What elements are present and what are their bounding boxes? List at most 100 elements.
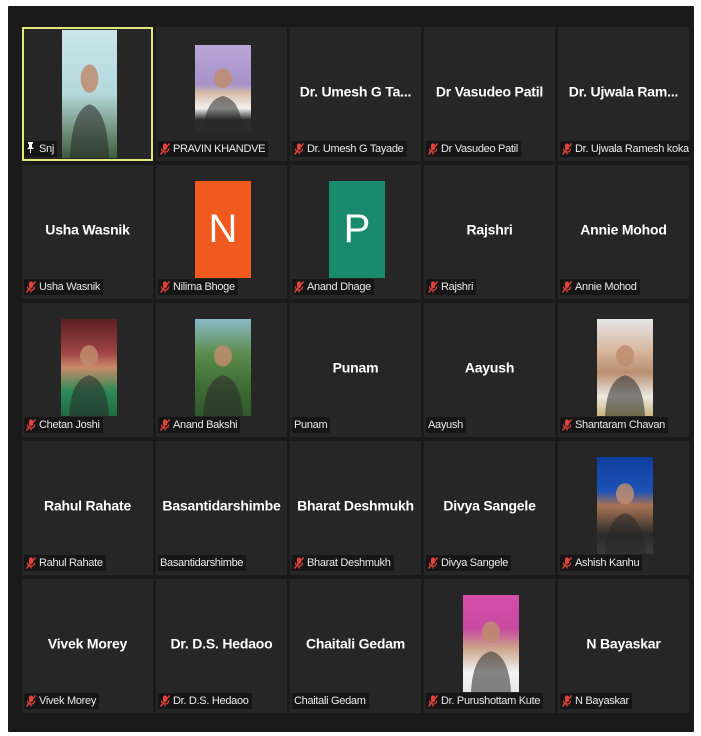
muted-mic-icon <box>428 695 438 707</box>
participant-tile-nilima-bhoge[interactable]: N Nilima Bhoge <box>156 165 287 299</box>
participant-tile-aayush[interactable]: Aayush Aayush <box>424 303 555 437</box>
pin-icon <box>26 142 35 156</box>
muted-mic-icon <box>562 419 572 431</box>
participant-name-text: Vivek Morey <box>39 695 97 707</box>
participant-name-text: Annie Mohod <box>575 281 637 293</box>
participant-tile-basantidarshimbe[interactable]: Basantidarshimbe Basantidarshimbe <box>156 441 287 575</box>
participant-tile-n-bayaskar[interactable]: N Bayaskar N Bayaskar <box>558 579 689 713</box>
participant-display-name: Bharat Deshmukh <box>297 497 414 514</box>
participant-name-text: N Bayaskar <box>575 695 629 707</box>
participant-display-name: Dr Vasudeo Patil <box>435 83 544 100</box>
participant-name-text: Aayush <box>428 419 463 431</box>
participant-display-name: Rahul Rahate <box>43 497 132 514</box>
participant-name-text: Basantidarshimbe <box>160 557 244 569</box>
participant-name-label: Dr. D.S. Hedaoo <box>158 693 252 709</box>
participant-name-label: Snj <box>24 141 57 157</box>
muted-mic-icon <box>428 143 438 155</box>
avatar-initial: N <box>195 181 251 278</box>
participant-name-text: Chaitali Gedam <box>294 695 366 707</box>
participant-photo <box>61 319 117 416</box>
participant-display-name: Rajshri <box>466 221 513 238</box>
participant-name-text: Anand Dhage <box>307 281 371 293</box>
participant-name-label: Annie Mohod <box>560 279 640 295</box>
participant-display-name: Dr. D.S. Hedaoo <box>170 635 273 652</box>
participant-display-name: Usha Wasnik <box>45 221 130 238</box>
participant-display-name: Annie Mohod <box>580 221 667 238</box>
avatar-initial: P <box>329 181 385 278</box>
participant-tile-shantaram-chavan[interactable]: Shantaram Chavan <box>558 303 689 437</box>
participant-name-text: Ashish Kanhu <box>575 557 640 569</box>
participant-name-label: PRAVIN KHANDVE <box>158 141 269 157</box>
participant-name-text: Bharat Deshmukh <box>307 557 391 569</box>
participant-tile-bharat-deshmukh[interactable]: Bharat Deshmukh Bharat Deshmukh <box>290 441 421 575</box>
participant-display-name: Divya Sangele <box>443 497 536 514</box>
participant-name-text: Snj <box>39 143 54 155</box>
participant-name-label: Punam <box>292 417 331 433</box>
participant-photo <box>463 595 519 692</box>
participant-name-label: Divya Sangele <box>426 555 512 571</box>
participant-display-name: Punam <box>332 359 379 376</box>
participant-name-label: Usha Wasnik <box>24 279 104 295</box>
participant-name-text: Anand Bakshi <box>173 419 238 431</box>
muted-mic-icon <box>294 281 304 293</box>
participant-tile-anand-bakshi[interactable]: Anand Bakshi <box>156 303 287 437</box>
participant-name-label: Aayush <box>426 417 466 433</box>
participant-tile-dr-purushottam-kute[interactable]: Dr. Purushottam Kute <box>424 579 555 713</box>
participant-name-label: Dr Vasudeo Patil <box>426 141 521 157</box>
muted-mic-icon <box>160 143 170 155</box>
participant-photo <box>597 319 653 416</box>
muted-mic-icon <box>562 143 572 155</box>
participant-tile-punam[interactable]: Punam Punam <box>290 303 421 437</box>
participant-name-label: Anand Bakshi <box>158 417 241 433</box>
participant-name-label: Dr. Ujwala Ramesh kokate <box>560 141 689 157</box>
participant-name-text: Dr. D.S. Hedaoo <box>173 695 249 707</box>
participant-tile-dr-vasudeo-patil[interactable]: Dr Vasudeo Patil Dr Vasudeo Patil <box>424 27 555 161</box>
participant-tile-ashish-kanhu[interactable]: Ashish Kanhu <box>558 441 689 575</box>
participant-tile-dr-umesh-g-tayade[interactable]: Dr. Umesh G Ta... Dr. Umesh G Tayade <box>290 27 421 161</box>
muted-mic-icon <box>26 281 36 293</box>
participant-name-text: Rajshri <box>441 281 474 293</box>
participant-tile-dr-d-s-hedaoo[interactable]: Dr. D.S. Hedaoo Dr. D.S. Hedaoo <box>156 579 287 713</box>
participant-display-name: Basantidarshimbe <box>162 497 281 514</box>
muted-mic-icon <box>26 557 36 569</box>
muted-mic-icon <box>428 557 438 569</box>
participant-tile-rahul-rahate[interactable]: Rahul Rahate Rahul Rahate <box>22 441 153 575</box>
participant-tile-snj[interactable]: Snj <box>22 27 153 161</box>
participant-tile-anand-dhage[interactable]: P Anand Dhage <box>290 165 421 299</box>
participant-tile-usha-wasnik[interactable]: Usha Wasnik Usha Wasnik <box>22 165 153 299</box>
participant-name-text: Rahul Rahate <box>39 557 103 569</box>
participant-gallery: Snj PRAVIN KHANDVE Dr. Umesh G Ta... Dr. … <box>22 27 689 713</box>
participant-name-text: Usha Wasnik <box>39 281 101 293</box>
participant-tile-pravin-khandve[interactable]: PRAVIN KHANDVE <box>156 27 287 161</box>
participant-tile-chaitali-gedam[interactable]: Chaitali Gedam Chaitali Gedam <box>290 579 421 713</box>
participant-tile-dr-ujwala-ramesh-kokate[interactable]: Dr. Ujwala Ram... Dr. Ujwala Ramesh koka… <box>558 27 689 161</box>
participant-name-label: Vivek Morey <box>24 693 100 709</box>
participant-name-text: Dr. Umesh G Tayade <box>307 143 404 155</box>
participant-name-label: Nilima Bhoge <box>158 279 238 295</box>
participant-name-text: Shantaram Chavan <box>575 419 665 431</box>
participant-name-label: Dr. Umesh G Tayade <box>292 141 407 157</box>
participant-tile-rajshri[interactable]: Rajshri Rajshri <box>424 165 555 299</box>
participant-name-text: PRAVIN KHANDVE <box>173 143 266 155</box>
participant-tile-vivek-morey[interactable]: Vivek Morey Vivek Morey <box>22 579 153 713</box>
muted-mic-icon <box>160 419 170 431</box>
muted-mic-icon <box>562 695 572 707</box>
participant-display-name: Dr. Umesh G Ta... <box>299 83 412 100</box>
participant-name-label: Ashish Kanhu <box>560 555 643 571</box>
muted-mic-icon <box>160 281 170 293</box>
participant-name-label: Bharat Deshmukh <box>292 555 394 571</box>
participant-tile-divya-sangele[interactable]: Divya Sangele Divya Sangele <box>424 441 555 575</box>
participant-tile-annie-mohod[interactable]: Annie Mohod Annie Mohod <box>558 165 689 299</box>
participant-tile-chetan-joshi[interactable]: Chetan Joshi <box>22 303 153 437</box>
participant-display-name: N Bayaskar <box>586 635 661 652</box>
participant-name-label: Chaitali Gedam <box>292 693 369 709</box>
muted-mic-icon <box>294 557 304 569</box>
participant-name-text: Punam <box>294 419 328 431</box>
muted-mic-icon <box>294 143 304 155</box>
participant-name-label: Rajshri <box>426 279 477 295</box>
participant-name-text: Dr Vasudeo Patil <box>441 143 518 155</box>
participant-display-name: Aayush <box>464 359 515 376</box>
muted-mic-icon <box>562 281 572 293</box>
participant-name-label: Rahul Rahate <box>24 555 106 571</box>
participant-name-text: Dr. Ujwala Ramesh kokate <box>575 143 689 155</box>
